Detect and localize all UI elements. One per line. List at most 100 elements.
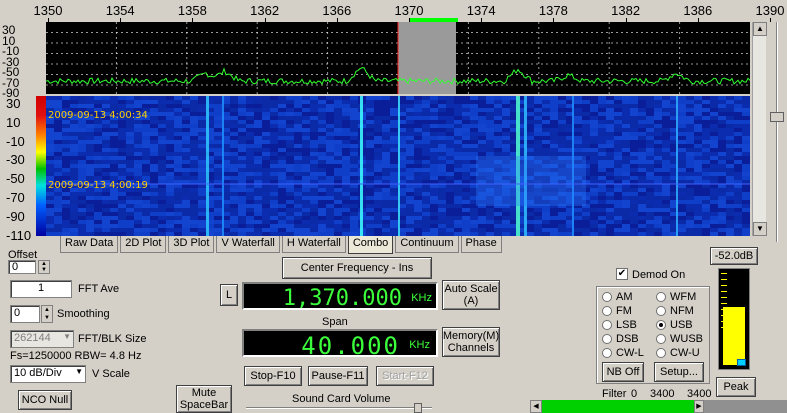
demod-radio-am[interactable]: AM [602,291,633,303]
fft-ave-label: FFT Ave [78,283,120,295]
radio-dot-icon [602,320,612,330]
tab-phase[interactable]: Phase [460,236,502,253]
frequency-tick-label: 1386 [683,3,713,18]
demod-radio-dsb[interactable]: DSB [602,333,639,345]
waterfall-db-label: -30 [6,152,25,168]
selected-band-highlight [398,22,456,94]
fs-info: Fs=1250000 RBW= 4.8 Hz [10,350,142,362]
nco-null-button[interactable]: NCO Null [18,390,72,410]
center-frequency-display: 1,370.000 KHz [242,282,438,311]
tab-combo[interactable]: Combo [347,236,394,254]
demod-radio-cw-u[interactable]: CW-U [656,347,700,359]
waterfall-signal-line [222,96,224,236]
slider-thumb[interactable] [770,112,784,122]
tab-3d-plot[interactable]: 3D Plot [168,236,215,253]
meter-tick [721,303,727,304]
span-unit: KHz [409,339,430,351]
smoothing-field[interactable]: 0 [10,305,40,323]
volume-slider-thumb[interactable] [414,403,422,413]
tab-2d-plot[interactable]: 2D Plot [120,236,167,253]
smoothing-spinner[interactable]: ▲ ▼ [41,305,53,323]
tab-continuum[interactable]: Continuum [395,236,459,253]
gain-slider[interactable] [768,22,786,242]
vscale-select[interactable]: 10 dB/Div ▼ [10,365,86,383]
setup-button[interactable]: Setup... [654,362,704,382]
pause-button[interactable]: Pause-F11 [308,366,368,386]
demod-radio-usb[interactable]: USB [656,319,693,331]
filter-low-value: 0 [631,388,638,400]
center-frequency-unit: KHz [411,292,432,304]
scroll-down-icon[interactable]: ▼ [753,222,767,236]
auto-scale-button[interactable]: Auto Scale (A) [442,280,500,310]
waterfall-db-label: 10 [6,114,21,130]
radio-dot-icon [602,306,612,316]
waterfall-svg [46,96,750,236]
peak-button[interactable]: Peak [716,377,756,397]
demod-radio-cw-l[interactable]: CW-L [602,347,644,359]
mute-button[interactable]: Mute SpaceBar [176,385,232,413]
smoothing-label: Smoothing [57,308,110,320]
l-button[interactable]: L [220,284,238,306]
waterfall-signal-line [398,96,400,236]
filter-right-arrow-icon[interactable]: ▶ [694,400,704,413]
fft-blk-select[interactable]: 262144 ▼ [10,330,74,348]
waterfall-db-label: 30 [6,96,21,111]
spectrum-plot[interactable] [46,22,750,94]
frequency-tick-label: 1390 [755,3,785,18]
offset-spinner[interactable]: ▲ ▼ [38,260,50,274]
waterfall-signal-line [206,96,209,236]
waterfall-db-label: -110 [6,227,32,243]
demod-radio-label: CW-U [670,347,700,359]
waterfall-plot[interactable]: 2009-09-13 4:00:34 2009-09-13 4:00:19 [46,96,750,236]
tab-raw-data[interactable]: Raw Data [60,236,119,253]
demod-radio-label: FM [616,305,632,317]
waterfall-bloom [476,156,586,206]
filter-high-value: 3400 [650,388,675,400]
tab-h-waterfall[interactable]: H Waterfall [281,236,346,253]
slider-track-line [776,22,778,242]
view-tabs: Raw Data 2D Plot 3D Plot V Waterfall H Water… [60,236,504,254]
meter-db-value[interactable]: -52.0dB [710,247,758,265]
dropdown-arrow-icon: ▼ [63,332,71,341]
scroll-up-icon[interactable]: ▲ [753,22,767,36]
center-frequency-value: 1,370.000 [282,286,402,311]
meter-tick [721,279,727,280]
meter-tick [721,273,727,274]
demod-radio-label: DSB [616,333,639,345]
center-frequency-button[interactable]: Center Frequency - Ins [282,257,432,279]
demod-radio-label: LSB [616,319,637,331]
spectrum-db-scale: 30 10 -10 -30 -50 -70 -90 [0,22,46,100]
stop-button[interactable]: Stop-F10 [244,366,302,386]
memory-channels-button[interactable]: Memory(M) Channels [442,327,500,357]
offset-field[interactable]: 0 [8,260,36,274]
nb-off-button[interactable]: NB Off [602,362,644,382]
frequency-tick-label: 1354 [105,3,135,18]
fft-blk-value: 262144 [14,332,51,344]
demod-radio-fm[interactable]: FM [602,305,632,317]
demod-on-label: Demod On [632,269,686,281]
span-value: 40.000 [301,332,400,360]
demod-radio-label: WUSB [670,333,703,345]
waterfall-db-scale: 30 10 -10 -30 -50 -70 -90 -110 [0,96,36,242]
filter-left-arrow-icon[interactable]: ◀ [530,400,542,413]
filter-bar[interactable]: ◀ ▶ [530,400,787,413]
tab-v-waterfall[interactable]: V Waterfall [216,236,280,253]
demod-on-checkbox[interactable]: ✔ [616,268,628,280]
meter-tick [721,327,727,328]
radio-dot-icon [656,334,666,344]
waterfall-signal-line [360,96,363,236]
demod-radio-lsb[interactable]: LSB [602,319,637,331]
radio-dot-icon [602,292,612,302]
vscale-value: 10 dB/Div [14,367,62,379]
demod-radio-wfm[interactable]: WFM [656,291,696,303]
demod-radio-wusb[interactable]: WUSB [656,333,703,345]
signal-meter [718,268,750,370]
demod-radio-nfm[interactable]: NFM [656,305,694,317]
waterfall-scrollbar[interactable]: ▲ ▼ [752,22,767,236]
start-button[interactable]: Start-F12 [376,366,434,386]
volume-slider-track[interactable] [246,407,432,409]
frequency-tick-label: 1378 [538,3,568,18]
demod-radio-label: CW-L [616,347,644,359]
fft-ave-field[interactable]: 1 [10,280,72,298]
waterfall-colorbar [36,96,46,236]
